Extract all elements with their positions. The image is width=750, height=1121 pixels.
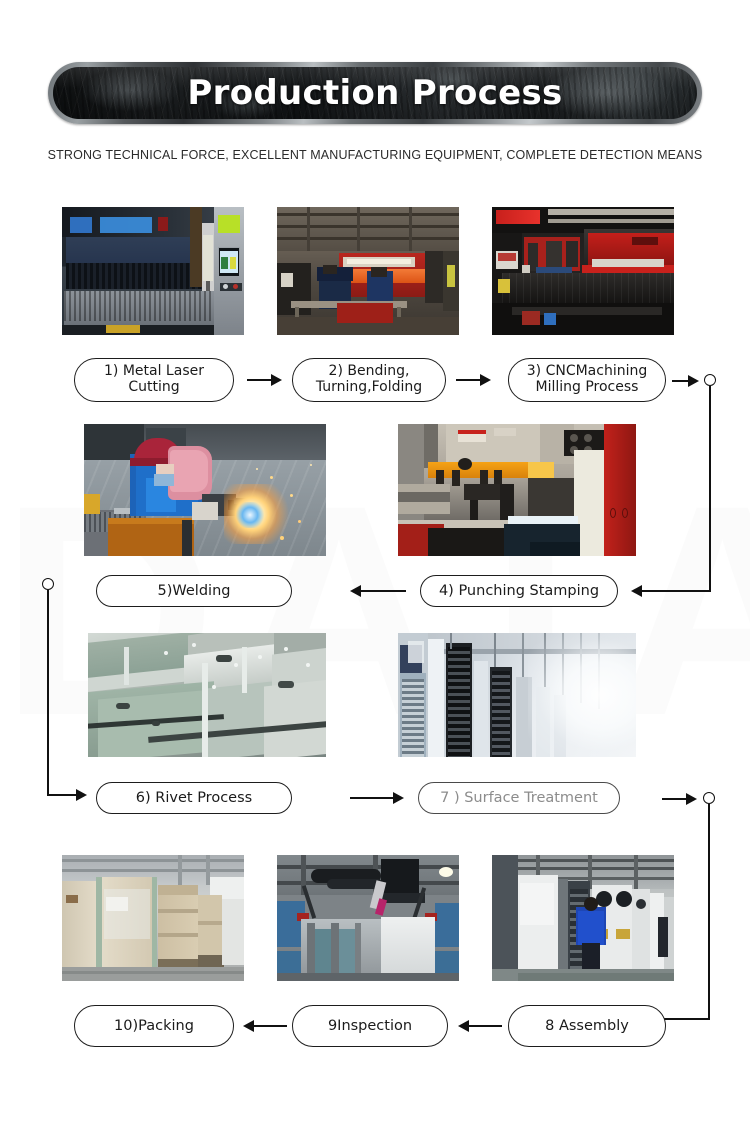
title-banner: Production Process: [48, 62, 702, 124]
photo-punching-stamping: [398, 424, 636, 556]
connector-node-right-top: [704, 374, 716, 386]
photo-inspection: [492, 855, 674, 981]
step-pill-4[interactable]: 4) Punching Stamping: [420, 575, 618, 607]
step-pill-3[interactable]: 3) CNCMachining Milling Process: [508, 358, 666, 402]
step-label-5: 5)Welding: [157, 582, 231, 599]
photo-surface-treatment: [398, 633, 636, 757]
arrow-step8-to-step9: [458, 1020, 502, 1032]
photo-welding: [84, 424, 326, 556]
arrow-step4-to-step5: [350, 585, 406, 597]
page-subtitle: STRONG TECHNICAL FORCE, EXCELLENT MANUFA…: [47, 148, 703, 162]
step-pill-10[interactable]: 10)Packing: [74, 1005, 234, 1047]
photo-rivet-process: [88, 633, 326, 757]
connector-step5-to-step6: [36, 578, 96, 803]
arrow-step6-to-step7: [350, 792, 406, 804]
arrow-step2-to-step3: [456, 374, 494, 386]
banner-texture: Production Process: [53, 67, 697, 119]
photo-metal-laser-cutting: [62, 207, 244, 335]
photo-bending-turning-folding: [277, 207, 459, 335]
step-pill-2[interactable]: 2) Bending, Turning,Folding: [292, 358, 446, 402]
step-label-10: 10)Packing: [114, 1017, 194, 1034]
arrow-step1-to-step2: [247, 374, 285, 386]
arrow-step9-to-step10: [243, 1020, 287, 1032]
step-pill-5[interactable]: 5)Welding: [96, 575, 292, 607]
connector-node-left-top: [42, 578, 54, 590]
step-pill-7[interactable]: 7 ) Surface Treatment: [418, 782, 620, 814]
step-label-3: 3) CNCMachining Milling Process: [526, 363, 648, 395]
production-process-page: Production Process STRONG TECHNICAL FORC…: [0, 0, 750, 1121]
step-label-8: 8 Assembly: [545, 1017, 629, 1034]
step-label-1: 1) Metal Laser Cutting: [104, 363, 204, 395]
step-pill-8[interactable]: 8 Assembly: [508, 1005, 666, 1047]
connector-step3-to-step4: [631, 368, 732, 598]
photo-cnc-machining-milling: [492, 207, 674, 335]
page-title: Production Process: [187, 73, 563, 113]
step-pill-1[interactable]: 1) Metal Laser Cutting: [74, 358, 234, 402]
step-label-2: 2) Bending, Turning,Folding: [315, 363, 423, 395]
step-pill-9[interactable]: 9Inspection: [292, 1005, 448, 1047]
banner-metal-frame: Production Process: [48, 62, 702, 124]
step-label-4: 4) Punching Stamping: [438, 582, 600, 599]
step-label-9: 9Inspection: [327, 1017, 413, 1034]
step-label-7: 7 ) Surface Treatment: [440, 789, 598, 806]
connector-node-right-bottom: [703, 792, 715, 804]
photo-packing: [62, 855, 244, 981]
step-label-6: 6) Rivet Process: [135, 789, 253, 806]
step-pill-6[interactable]: 6) Rivet Process: [96, 782, 292, 814]
photo-assembly: [277, 855, 459, 981]
